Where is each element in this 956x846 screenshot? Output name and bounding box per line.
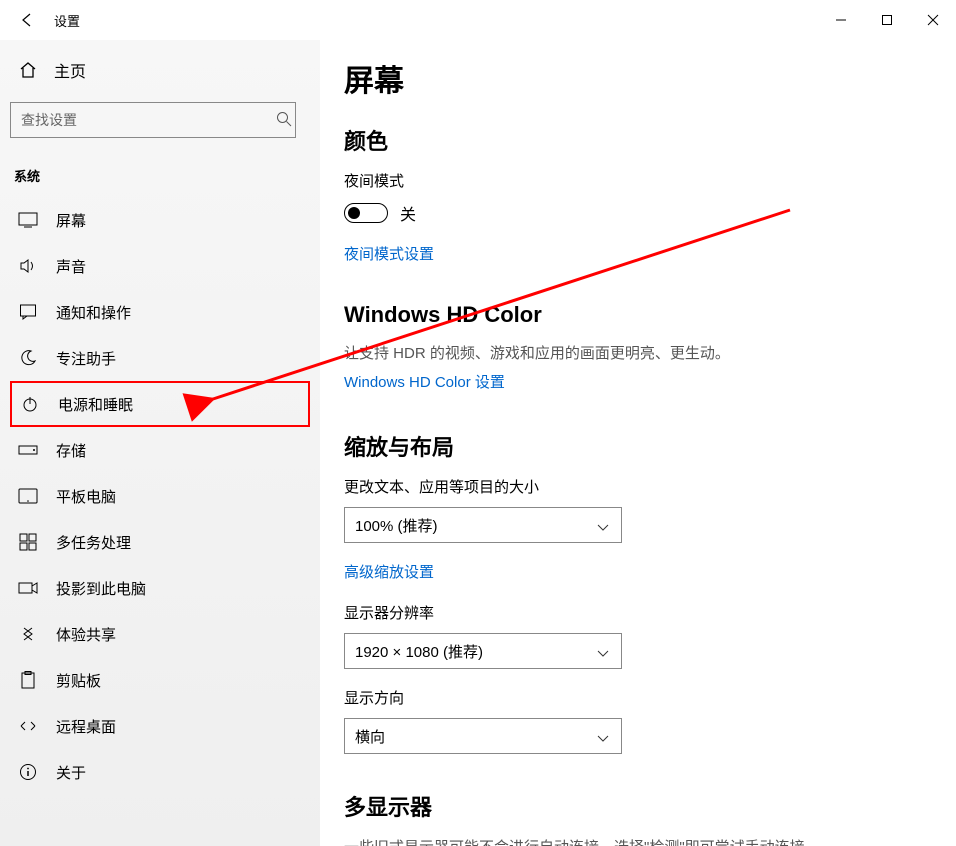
- text-size-select[interactable]: 100% (推荐): [344, 507, 622, 543]
- title-bar: 设置: [0, 0, 956, 40]
- storage-icon: [18, 440, 38, 460]
- about-icon: [18, 762, 38, 782]
- sidebar-item-label: 体验共享: [56, 624, 116, 645]
- section-scale-heading: 缩放与布局: [344, 430, 926, 462]
- sidebar-item-tablet[interactable]: 平板电脑: [10, 473, 310, 519]
- minimize-button[interactable]: [818, 0, 864, 40]
- shared-icon: [18, 624, 38, 644]
- main-content: 屏幕 颜色 夜间模式 关 夜间模式设置 Windows HD Color 让支持…: [320, 40, 956, 846]
- resolution-select[interactable]: 1920 × 1080 (推荐): [344, 633, 622, 669]
- sidebar-item-clipboard[interactable]: 剪贴板: [10, 657, 310, 703]
- sidebar-item-label: 投影到此电脑: [56, 578, 146, 599]
- sidebar-item-shared[interactable]: 体验共享: [10, 611, 310, 657]
- sound-icon: [18, 256, 38, 276]
- back-button[interactable]: [20, 13, 34, 27]
- chevron-down-icon: [597, 646, 609, 663]
- sidebar-item-sound[interactable]: 声音: [10, 243, 310, 289]
- sidebar-item-label: 屏幕: [56, 210, 86, 231]
- night-mode-settings-link[interactable]: 夜间模式设置: [344, 243, 434, 264]
- sidebar-item-storage[interactable]: 存储: [10, 427, 310, 473]
- sidebar-item-focus[interactable]: 专注助手: [10, 335, 310, 381]
- sidebar-group-label: 系统: [14, 166, 310, 185]
- sidebar-item-label: 关于: [56, 762, 86, 783]
- search-input[interactable]: [10, 102, 296, 138]
- sidebar-item-power[interactable]: 电源和睡眠: [10, 381, 310, 427]
- section-color-heading: 颜色: [344, 124, 926, 156]
- sidebar-item-label: 远程桌面: [56, 716, 116, 737]
- maximize-button[interactable]: [864, 0, 910, 40]
- sidebar-item-label: 平板电脑: [56, 486, 116, 507]
- search-wrap: [10, 102, 310, 138]
- night-mode-state: 关: [400, 201, 416, 225]
- sidebar-item-display[interactable]: 屏幕: [10, 197, 310, 243]
- hdcolor-settings-link[interactable]: Windows HD Color 设置: [344, 371, 505, 392]
- chevron-down-icon: [597, 731, 609, 748]
- multitask-icon: [18, 532, 38, 552]
- orientation-value: 横向: [355, 726, 385, 747]
- sidebar-item-label: 多任务处理: [56, 532, 131, 553]
- text-size-value: 100% (推荐): [355, 515, 438, 536]
- section-hdcolor-heading: Windows HD Color: [344, 302, 926, 328]
- chevron-down-icon: [597, 520, 609, 537]
- orientation-label: 显示方向: [344, 687, 926, 708]
- clipboard-icon: [18, 670, 38, 690]
- sidebar: 主页 系统 屏幕 声音 通知和操作 专注助手: [0, 40, 320, 846]
- sidebar-item-label: 存储: [56, 440, 86, 461]
- sidebar-nav: 屏幕 声音 通知和操作 专注助手 电源和睡眠 存储: [10, 197, 310, 795]
- moon-icon: [18, 348, 38, 368]
- sidebar-item-label: 专注助手: [56, 348, 116, 369]
- sidebar-item-about[interactable]: 关于: [10, 749, 310, 795]
- sidebar-item-label: 电源和睡眠: [58, 394, 133, 415]
- text-size-label: 更改文本、应用等项目的大小: [344, 476, 926, 497]
- close-button[interactable]: [910, 0, 956, 40]
- project-icon: [18, 578, 38, 598]
- orientation-select[interactable]: 横向: [344, 718, 622, 754]
- remote-icon: [18, 716, 38, 736]
- resolution-value: 1920 × 1080 (推荐): [355, 641, 483, 662]
- sidebar-item-project[interactable]: 投影到此电脑: [10, 565, 310, 611]
- hdcolor-desc: 让支持 HDR 的视频、游戏和应用的画面更明亮、更生动。: [344, 342, 926, 363]
- page-title: 屏幕: [344, 56, 926, 100]
- section-multi-heading: 多显示器: [344, 790, 926, 822]
- sidebar-item-label: 剪贴板: [56, 670, 101, 691]
- display-icon: [18, 210, 38, 230]
- sidebar-item-multitask[interactable]: 多任务处理: [10, 519, 310, 565]
- tablet-icon: [18, 486, 38, 506]
- message-icon: [18, 302, 38, 322]
- sidebar-item-label: 通知和操作: [56, 302, 131, 323]
- home-label: 主页: [54, 58, 86, 82]
- sidebar-item-label: 声音: [56, 256, 86, 277]
- window-title: 设置: [54, 11, 80, 30]
- search-icon: [276, 111, 292, 132]
- home-button[interactable]: 主页: [10, 50, 310, 90]
- power-icon: [20, 394, 40, 414]
- multi-desc: 一些旧式显示器可能不会进行自动连接，选择"检测"即可尝试手动连接。: [344, 836, 926, 846]
- night-mode-toggle[interactable]: [344, 203, 388, 223]
- advanced-scale-link[interactable]: 高级缩放设置: [344, 561, 434, 582]
- sidebar-item-remote[interactable]: 远程桌面: [10, 703, 310, 749]
- night-mode-label: 夜间模式: [344, 170, 926, 191]
- sidebar-item-notifications[interactable]: 通知和操作: [10, 289, 310, 335]
- resolution-label: 显示器分辨率: [344, 602, 926, 623]
- home-icon: [18, 60, 38, 80]
